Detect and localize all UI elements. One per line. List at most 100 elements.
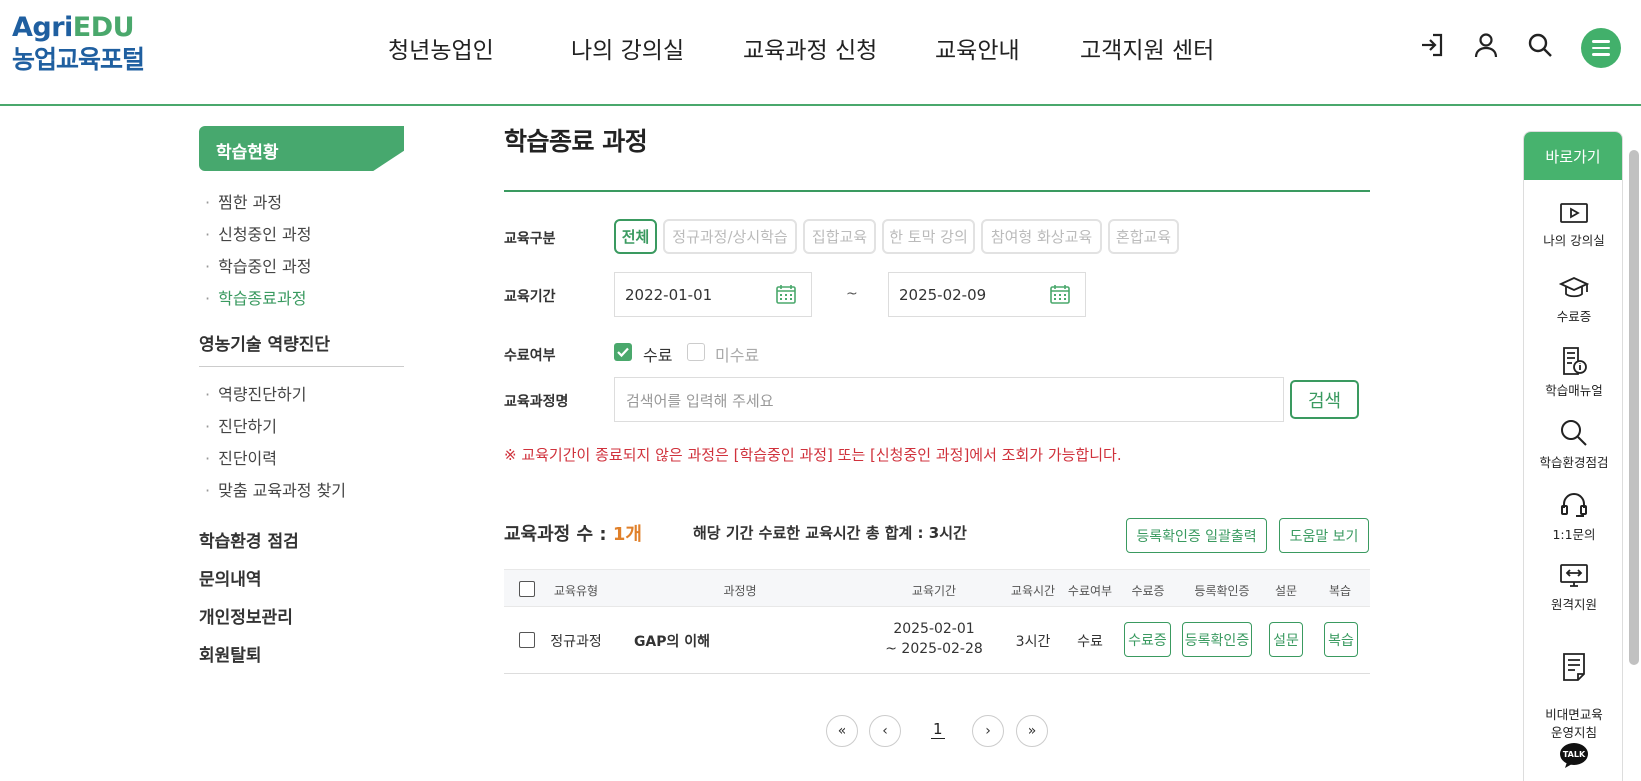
nav-course-apply[interactable]: 교육과정 신청 — [743, 31, 877, 65]
th-review: 복습 — [1328, 584, 1352, 598]
nav-education-guide[interactable]: 교육안내 — [935, 31, 1020, 65]
chip-regular[interactable]: 정규과정/상시학습 — [663, 219, 797, 254]
quick-inquiry[interactable]: 1:1문의 — [1524, 490, 1622, 544]
sidebar-privacy[interactable]: 개인정보관리 — [199, 603, 293, 628]
sidebar-title-diagnosis[interactable]: 영농기술 역량진단 — [199, 330, 330, 355]
sidebar-head-learning-status[interactable]: 학습현황 — [199, 126, 404, 171]
logo-agri: Agri — [12, 12, 73, 43]
chip-short-lecture[interactable]: 한 토막 강의 — [882, 219, 975, 254]
table-header: 교육유형 과정명 교육기간 교육시간 수료여부 수료증 등록확인증 설문 복습 — [504, 569, 1370, 607]
search-button[interactable]: 검색 — [1290, 380, 1359, 419]
row-period-start: 2025-02-01 — [893, 621, 975, 637]
title-divider — [504, 190, 1370, 192]
sidebar-item-diagnosis-history[interactable]: 진단이력 — [205, 445, 277, 469]
quick-manual[interactable]: 학습매뉴얼 — [1524, 346, 1622, 400]
sidebar-env-check[interactable]: 학습환경 점검 — [199, 527, 299, 552]
play-icon — [1560, 203, 1588, 223]
completion-label: 수료여부 — [504, 348, 556, 364]
not-completed-checkbox[interactable] — [687, 343, 705, 361]
calendar-icon[interactable] — [1049, 283, 1071, 309]
quick-kakao-talk[interactable]: TALK — [1524, 742, 1622, 776]
calendar-icon[interactable] — [775, 283, 797, 309]
help-button[interactable]: 도움말 보기 — [1279, 518, 1369, 553]
headset-icon — [1561, 493, 1587, 517]
quick-guideline-label: 비대면교육 운영지침 — [1545, 707, 1603, 740]
start-date-value: 2022-01-01 — [625, 286, 713, 304]
registration-button[interactable]: 등록확인증 — [1182, 622, 1252, 657]
quick-certificate[interactable]: 수료증 — [1524, 274, 1622, 326]
scrollbar-thumb[interactable] — [1629, 150, 1639, 665]
sidebar-item-diagnose[interactable]: 진단하기 — [205, 413, 277, 437]
chip-video[interactable]: 참여형 화상교육 — [981, 219, 1102, 254]
sidebar-item-custom-course[interactable]: 맞춤 교육과정 찾기 — [205, 477, 346, 501]
login-icon[interactable] — [1417, 30, 1447, 60]
th-period: 교육기간 — [911, 584, 957, 598]
last-page-button[interactable]: » — [1016, 715, 1048, 747]
completed-checkbox[interactable] — [614, 343, 632, 361]
type-label: 교육구분 — [504, 231, 556, 247]
nav-youth-farmer[interactable]: 청년농업인 — [388, 31, 494, 65]
sidebar-item-completed[interactable]: 학습종료과정 — [205, 285, 306, 309]
chip-group[interactable]: 집합교육 — [803, 219, 876, 254]
site-logo[interactable]: AgriEDU 농업교육포털 — [12, 12, 145, 76]
remote-monitor-icon — [1560, 564, 1588, 587]
kakao-talk-icon: TALK — [1560, 743, 1588, 768]
end-date-field[interactable]: 2025-02-09 — [888, 272, 1086, 317]
nav-my-classroom[interactable]: 나의 강의실 — [571, 31, 684, 65]
current-page[interactable]: 1 — [931, 720, 945, 739]
not-completed-label: 미수료 — [715, 346, 760, 365]
quick-guideline[interactable]: 비대면교육 운영지침 — [1524, 634, 1622, 742]
logo-subtitle: 농업교육포털 — [12, 45, 145, 74]
certificate-button[interactable]: 수료증 — [1124, 622, 1171, 657]
start-date-field[interactable]: 2022-01-01 — [614, 272, 812, 317]
course-count: 교육과정 수 : 1개 — [504, 520, 642, 546]
nav-customer-center[interactable]: 고객지원 센터 — [1080, 31, 1214, 65]
sidebar-item-learning[interactable]: 학습중인 과정 — [205, 253, 311, 277]
notice-text: ※ 교육기간이 종료되지 않은 과정은 [학습중인 과정] 또는 [신청중인 과… — [504, 446, 1122, 464]
prev-page-button[interactable]: ‹ — [869, 715, 901, 747]
sidebar-withdraw[interactable]: 회원탈퇴 — [199, 641, 262, 666]
sidebar-item-competency[interactable]: 역량진단하기 — [205, 381, 306, 405]
quick-menu-title: 바로가기 — [1524, 132, 1622, 180]
quick-env-check[interactable]: 학습환경점검 — [1524, 418, 1622, 472]
survey-button[interactable]: 설문 — [1269, 622, 1303, 657]
first-page-button[interactable]: « — [826, 715, 858, 747]
site-header: AgriEDU 농업교육포털 청년농업인 나의 강의실 교육과정 신청 교육안내… — [0, 0, 1641, 106]
row-course-name[interactable]: GAP의 이해 — [634, 631, 710, 651]
chip-all[interactable]: 전체 — [614, 219, 657, 254]
chip-blended[interactable]: 혼합교육 — [1108, 219, 1179, 254]
menu-icon[interactable] — [1581, 28, 1621, 68]
th-survey: 설문 — [1274, 584, 1298, 598]
logo-edu: EDU — [72, 12, 135, 43]
sidebar-inquiry[interactable]: 문의내역 — [199, 565, 262, 590]
th-type: 교육유형 — [553, 584, 599, 598]
course-search-input[interactable]: 검색어를 입력해 주세요 — [614, 377, 1284, 422]
th-certificate: 수료증 — [1131, 584, 1165, 598]
review-button[interactable]: 복습 — [1324, 622, 1358, 657]
next-page-button[interactable]: › — [972, 715, 1004, 747]
th-registration: 등록확인증 — [1194, 584, 1250, 598]
quick-env-check-label: 학습환경점검 — [1539, 455, 1609, 470]
search-icon[interactable] — [1525, 30, 1555, 60]
user-icon[interactable] — [1471, 30, 1501, 60]
period-label: 교육기간 — [504, 289, 556, 305]
date-separator: ~ — [846, 286, 858, 302]
quick-my-classroom[interactable]: 나의 강의실 — [1524, 202, 1622, 250]
course-count-label: 교육과정 수 : — [504, 524, 613, 545]
row-type: 정규과정 — [550, 634, 602, 650]
bulk-print-button[interactable]: 등록확인증 일괄출력 — [1126, 518, 1267, 553]
sidebar-item-wishlist[interactable]: 찜한 과정 — [205, 189, 282, 213]
select-all-checkbox[interactable] — [519, 581, 535, 597]
document-icon — [1563, 653, 1585, 681]
quick-remote-support[interactable]: 원격지원 — [1524, 562, 1622, 614]
quick-menu: 바로가기 나의 강의실 수료증 학습매뉴얼 학습환경점검 1:1문의 원격지원 … — [1523, 131, 1623, 781]
quick-inquiry-label: 1:1문의 — [1552, 527, 1596, 542]
row-status: 수료 — [1077, 634, 1103, 650]
row-checkbox[interactable] — [519, 632, 535, 648]
th-hours: 교육시간 — [1010, 584, 1056, 598]
magnifier-icon — [1561, 420, 1587, 446]
manual-icon — [1563, 347, 1587, 375]
completed-label: 수료 — [643, 346, 673, 365]
sidebar-divider — [199, 366, 404, 367]
sidebar-item-applying[interactable]: 신청중인 과정 — [205, 221, 311, 245]
